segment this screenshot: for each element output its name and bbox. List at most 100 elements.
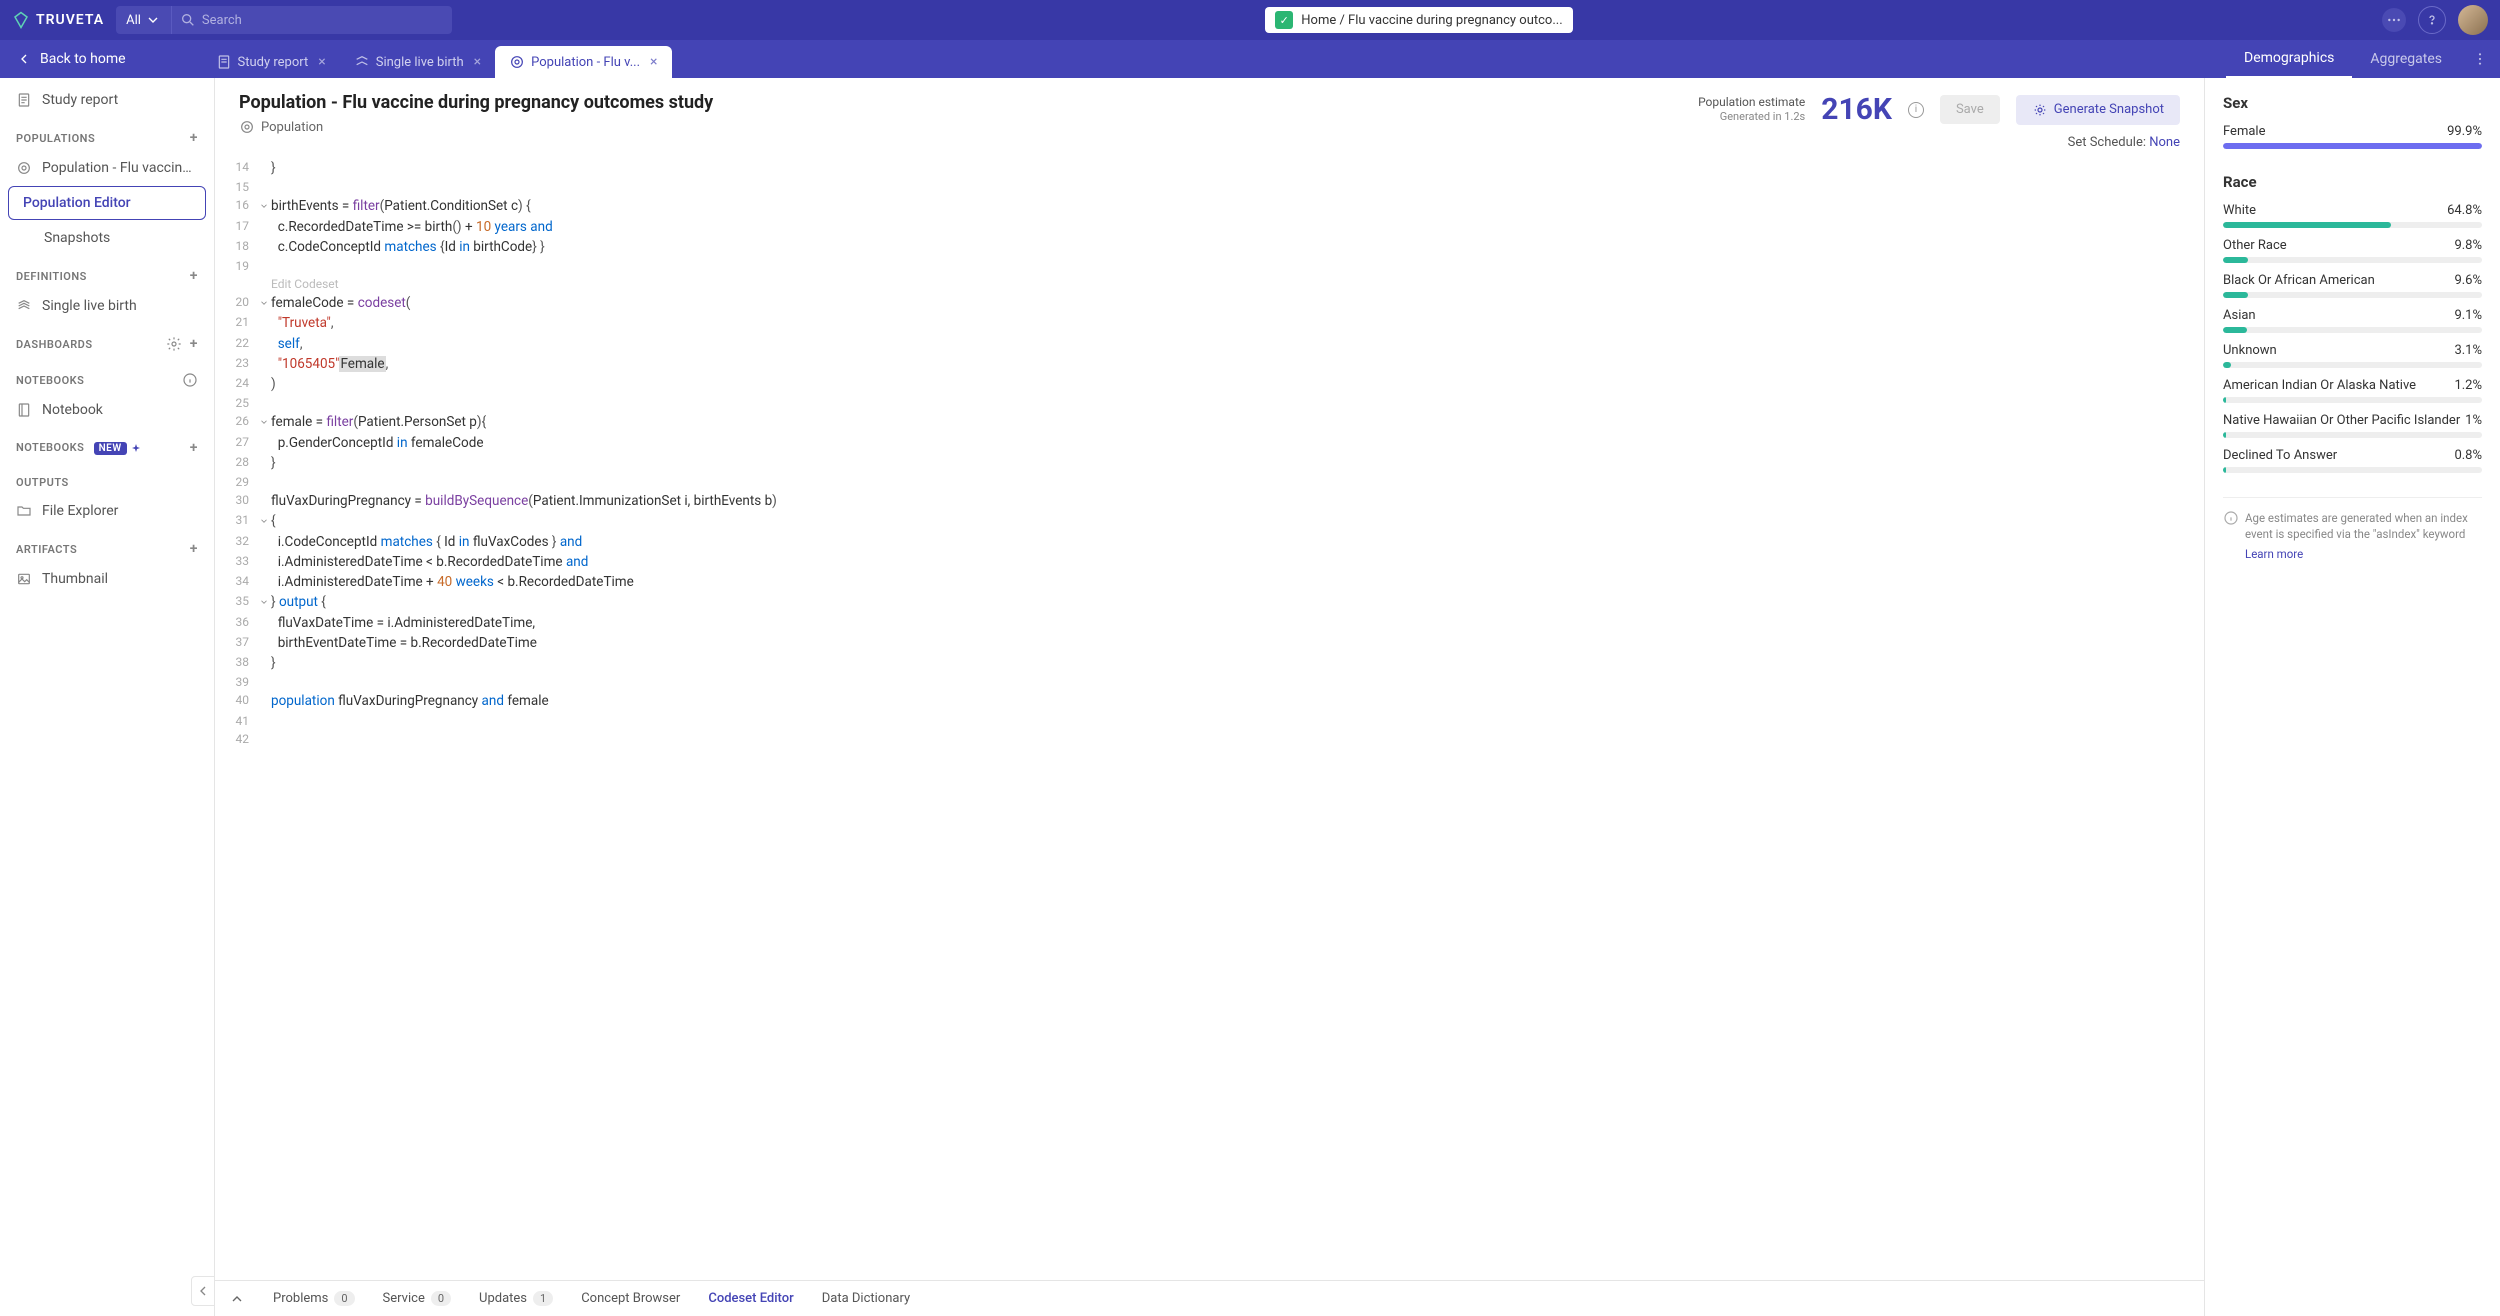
bar-track <box>2223 327 2482 333</box>
folder-icon <box>16 503 32 519</box>
sidebar-thumbnail[interactable]: Thumbnail <box>0 563 214 595</box>
left-sidebar: Study report POPULATIONS + Population - … <box>0 78 215 1316</box>
breadcrumb-more-button[interactable] <box>2382 8 2406 32</box>
code-content: i.AdministeredDateTime < b.RecordedDateT… <box>271 552 2204 572</box>
demographic-row: Black Or African American9.6% <box>2223 273 2482 288</box>
sidebar-population-editor[interactable]: Population Editor <box>8 186 206 220</box>
row-value: 3.1% <box>2454 343 2482 358</box>
line-number: 39 <box>215 673 257 691</box>
demographic-row: American Indian Or Alaska Native 1.2% <box>2223 378 2482 393</box>
fold-toggle[interactable] <box>257 293 271 313</box>
bar-fill <box>2223 467 2226 473</box>
breadcrumb-chip[interactable]: ✓ Home / Flu vaccine during pregnancy ou… <box>1265 7 1572 33</box>
demographic-row: White64.8% <box>2223 203 2482 218</box>
row-value: 9.1% <box>2454 308 2482 323</box>
fold-toggle <box>257 673 271 691</box>
search-input[interactable] <box>202 13 444 28</box>
schedule-link[interactable]: None <box>2149 135 2180 150</box>
tab-aggregates[interactable]: Aggregates <box>2352 40 2460 78</box>
save-button[interactable]: Save <box>1940 95 2000 124</box>
row-label: Declined To Answer <box>2223 448 2337 463</box>
right-panel-menu-button[interactable] <box>2460 51 2500 67</box>
bottom-updates[interactable]: Updates 1 <box>479 1291 553 1306</box>
row-value: 1.2% <box>2454 378 2482 393</box>
row-label: American Indian Or Alaska Native <box>2223 378 2416 393</box>
sidebar-heading-populations: POPULATIONS + <box>0 116 214 152</box>
row-label: Native Hawaiian Or Other Pacific Islande… <box>2223 413 2460 428</box>
top-bar: TRUVETA All ✓ Home / Flu vaccine during … <box>0 0 2500 40</box>
back-to-home-link[interactable]: Back to home <box>0 40 142 78</box>
fold-toggle <box>257 354 271 374</box>
fold-toggle[interactable] <box>257 592 271 612</box>
sidebar-pop-flu[interactable]: Population - Flu vaccine ... <box>0 152 214 184</box>
tab-close-button[interactable]: × <box>318 54 325 70</box>
editor-header: Population - Flu vaccine during pregnanc… <box>215 78 2204 158</box>
line-number: 27 <box>215 433 257 453</box>
fold-toggle <box>257 552 271 572</box>
code-line: 31{ <box>215 511 2204 531</box>
tab-demographics[interactable]: Demographics <box>2226 40 2352 78</box>
user-avatar[interactable] <box>2458 5 2488 35</box>
add-dashboard-button[interactable]: + <box>190 336 198 352</box>
row-label: Unknown <box>2223 343 2277 358</box>
bottom-concept-browser[interactable]: Concept Browser <box>581 1291 680 1306</box>
schedule-row: Set Schedule: None <box>2068 135 2180 150</box>
tab-close-button[interactable]: × <box>474 54 481 70</box>
edit-codeset-inlay[interactable]: Edit Codeset <box>215 275 2204 293</box>
document-tab[interactable]: Population - Flu v... × <box>495 46 671 78</box>
row-label: Female <box>2223 124 2265 139</box>
collapse-sidebar-button[interactable] <box>191 1276 215 1306</box>
demographic-row: Asian9.1% <box>2223 308 2482 323</box>
code-line: 14} <box>215 158 2204 178</box>
fold-toggle[interactable] <box>257 196 271 216</box>
generate-snapshot-button[interactable]: Generate Snapshot <box>2016 95 2180 125</box>
bottom-codeset-editor[interactable]: Codeset Editor <box>708 1291 793 1306</box>
info-icon[interactable] <box>182 372 198 388</box>
fold-toggle[interactable] <box>257 511 271 531</box>
document-tab[interactable]: Single live birth× <box>340 46 495 78</box>
sidebar-snapshots[interactable]: Snapshots <box>8 222 214 254</box>
sidebar-heading-dashboards: DASHBOARDS + <box>0 322 214 358</box>
info-icon[interactable]: i <box>1908 102 1924 118</box>
code-content: female = filter(Patient.PersonSet p){ <box>271 412 2204 432</box>
bar-track <box>2223 222 2482 228</box>
updates-count: 1 <box>533 1291 553 1306</box>
sidebar-file-explorer[interactable]: File Explorer <box>0 495 214 527</box>
sidebar-heading-notebooks: NOTEBOOKS <box>0 358 214 394</box>
add-population-button[interactable]: + <box>190 130 198 146</box>
fold-toggle[interactable] <box>257 412 271 432</box>
right-panel: SexFemale99.9%RaceWhite64.8%Other Race9.… <box>2205 78 2500 1316</box>
row-value: 9.8% <box>2454 238 2482 253</box>
bottom-data-dictionary[interactable]: Data Dictionary <box>822 1291 910 1306</box>
bar-fill <box>2223 362 2231 368</box>
notebook-icon <box>16 402 32 418</box>
add-definition-button[interactable]: + <box>190 268 198 284</box>
learn-more-link[interactable]: Learn more <box>2245 546 2482 562</box>
fold-toggle <box>257 453 271 473</box>
code-line: 40population fluVaxDuringPregnancy and f… <box>215 691 2204 711</box>
tab-label: Population - Flu v... <box>531 55 640 70</box>
document-tab[interactable]: Study report× <box>202 46 340 78</box>
code-content: i.CodeConceptId matches { Id in fluVaxCo… <box>271 532 2204 552</box>
brand-logo[interactable]: TRUVETA <box>12 11 104 29</box>
section-title: Sex <box>2223 94 2482 112</box>
bottom-service[interactable]: Service 0 <box>383 1291 451 1306</box>
demographic-section: RaceWhite64.8%Other Race9.8%Black Or Afr… <box>2223 173 2482 473</box>
sidebar-single-live-birth[interactable]: Single live birth <box>0 290 214 322</box>
demographic-section: SexFemale99.9% <box>2223 94 2482 149</box>
sidebar-notebook[interactable]: Notebook <box>0 394 214 426</box>
sidebar-study-report[interactable]: Study report <box>0 78 214 116</box>
sidebar-heading-definitions: DEFINITIONS + <box>0 254 214 290</box>
tab-close-button[interactable]: × <box>650 54 657 70</box>
gear-icon[interactable] <box>166 336 182 352</box>
sidebar-heading-notebooks-new: NOTEBOOKS NEW + <box>0 426 214 462</box>
bottom-problems[interactable]: Problems 0 <box>273 1291 355 1306</box>
chevron-left-icon <box>195 1283 211 1299</box>
chevron-up-icon[interactable] <box>229 1291 245 1307</box>
code-editor[interactable]: 14}1516birthEvents = filter(Patient.Cond… <box>215 158 2204 1280</box>
add-artifact-button[interactable]: + <box>190 541 198 557</box>
help-button[interactable] <box>2418 6 2446 34</box>
bar-fill <box>2223 143 2482 149</box>
add-notebook-button[interactable]: + <box>190 440 198 456</box>
search-scope-select[interactable]: All <box>116 6 172 34</box>
